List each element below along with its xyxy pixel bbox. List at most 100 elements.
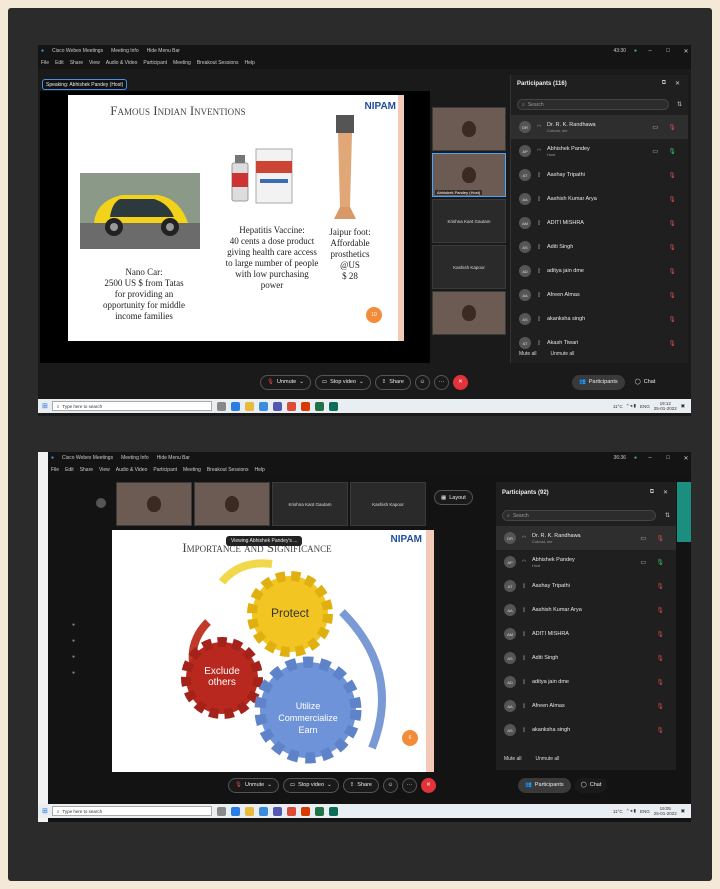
hide-menu-bar-button[interactable]: Hide Menu Bar xyxy=(157,455,190,461)
video-thumbnail-krishna[interactable]: Krishna Kant Gautam xyxy=(432,199,506,243)
video-thumbnail-host[interactable]: Abhishek Pandey (Host) xyxy=(432,153,506,197)
mic-muted-icon[interactable]: 🎙 xyxy=(656,727,664,734)
zoom-out-icon[interactable]: ● xyxy=(72,670,75,676)
stop-video-button[interactable]: ▭ Stop video ⌄ xyxy=(282,777,339,793)
windows-start-icon[interactable]: ⊞ xyxy=(42,402,48,410)
excel-icon[interactable] xyxy=(314,806,324,816)
mic-on-icon[interactable]: 🎙 xyxy=(668,148,676,155)
participant-row[interactable]: DR ◠ Dr. R. K. Randhawa Cohost, me ▭ 🎙 xyxy=(511,115,688,139)
windows-start-icon[interactable]: ⊞ xyxy=(42,807,48,815)
mic-muted-icon[interactable]: 🎙 xyxy=(668,316,676,323)
edge-icon[interactable] xyxy=(230,401,240,411)
participant-row[interactable]: AT ▯ Aashay Tripathi 🎙 xyxy=(496,574,676,598)
menu-item[interactable]: Participant xyxy=(143,60,167,66)
meeting-info-button[interactable]: Meeting Info xyxy=(121,455,149,461)
video-thumbnail-kashish[interactable]: Kashish Kapoor xyxy=(432,245,506,289)
close-icon[interactable]: ✕ xyxy=(681,48,691,55)
mic-on-icon[interactable]: 🎙 xyxy=(656,559,664,566)
unmute-button[interactable]: 🎙 Unmute ⌄ xyxy=(260,374,311,390)
video-thumbnail-kashish[interactable]: Kashish Kapoor xyxy=(350,482,426,526)
taskbar-search-input[interactable]: ⌕ Type here to search xyxy=(51,401,212,411)
video-thumbnail-5[interactable] xyxy=(432,291,506,335)
sort-icon[interactable]: ⇅ xyxy=(677,101,682,108)
chrome-icon[interactable] xyxy=(286,806,296,816)
menu-item[interactable]: Meeting xyxy=(183,467,201,473)
menu-item[interactable]: File xyxy=(51,467,59,473)
participant-row[interactable]: AA ▯ Aashish Kumar Arya 🎙 xyxy=(511,187,688,211)
participant-row[interactable]: AD ▯ aditya jain dme 🎙 xyxy=(496,670,676,694)
maximize-icon[interactable]: □ xyxy=(663,455,673,461)
minimize-icon[interactable]: – xyxy=(645,455,655,461)
menu-item[interactable]: Edit xyxy=(65,467,74,473)
zoom-in-icon[interactable]: ● xyxy=(72,654,75,660)
participant-row[interactable]: AP ◠ Abhishek Pandey Host ▭ 🎙 xyxy=(511,139,688,163)
thumbnail-scroll-button[interactable] xyxy=(96,498,106,508)
menu-item[interactable]: Help xyxy=(255,467,265,473)
participant-row[interactable]: AP ◠ Abhishek Pandey Host ▭ 🎙 xyxy=(496,550,676,574)
notification-icon[interactable]: ▣ xyxy=(681,808,685,814)
mic-muted-icon[interactable]: 🎙 xyxy=(668,124,676,131)
menu-item[interactable]: View xyxy=(99,467,110,473)
mic-muted-icon[interactable]: 🎙 xyxy=(656,631,664,638)
participant-row[interactable]: AM ▯ ADITI MISHRA 🎙 xyxy=(496,622,676,646)
layout-button[interactable]: ▦ Layout xyxy=(434,490,473,505)
video-thumbnail-krishna[interactable]: Krishna Kant Gautam xyxy=(272,482,348,526)
excel-icon[interactable] xyxy=(314,401,324,411)
reactions-button[interactable]: ☺ xyxy=(414,374,430,390)
mic-muted-icon[interactable]: 🎙 xyxy=(656,535,664,542)
share-button[interactable]: ⇪ Share xyxy=(342,777,379,793)
store-icon[interactable] xyxy=(258,401,268,411)
mic-muted-icon[interactable]: 🎙 xyxy=(668,268,676,275)
maximize-icon[interactable]: □ xyxy=(663,48,673,54)
stop-video-button[interactable]: ▭ Stop video ⌄ xyxy=(314,374,371,390)
mic-muted-icon[interactable]: 🎙 xyxy=(668,220,676,227)
hide-menu-bar-button[interactable]: Hide Menu Bar xyxy=(147,48,180,54)
video-thumbnail-host[interactable] xyxy=(194,482,270,526)
mic-muted-icon[interactable]: 🎙 xyxy=(668,172,676,179)
leave-meeting-button[interactable]: ✕ xyxy=(420,777,436,793)
menu-item[interactable]: Share xyxy=(70,60,83,66)
chat-button[interactable]: ◯ Chat xyxy=(628,374,662,390)
participant-row[interactable]: AA ▯ Aashish Kumar Arya 🎙 xyxy=(496,598,676,622)
popout-icon[interactable]: ⧉ xyxy=(662,80,666,87)
popout-icon[interactable]: ⧉ xyxy=(650,489,654,496)
menu-item[interactable]: Help xyxy=(245,60,255,66)
participant-row[interactable]: AS ▯ akanksha singh 🎙 xyxy=(496,718,676,742)
participants-button[interactable]: 👥 Participants xyxy=(518,777,571,793)
powerpoint-icon[interactable] xyxy=(300,806,310,816)
pen-icon[interactable]: ● xyxy=(72,638,75,644)
menu-item[interactable]: Share xyxy=(80,467,93,473)
mic-muted-icon[interactable]: 🎙 xyxy=(656,679,664,686)
more-options-button[interactable]: ··· xyxy=(401,777,417,793)
panel-close-icon[interactable]: ✕ xyxy=(663,489,668,496)
menu-item[interactable]: File xyxy=(41,60,49,66)
participant-row[interactable]: AS ▯ Aditi Singh 🎙 xyxy=(496,646,676,670)
mic-muted-icon[interactable]: 🎙 xyxy=(668,196,676,203)
unmute-button[interactable]: 🎙 Unmute ⌄ xyxy=(228,777,279,793)
mic-muted-icon[interactable]: 🎙 xyxy=(656,583,664,590)
edge-icon[interactable] xyxy=(230,806,240,816)
unmute-all-button[interactable]: Unmute all xyxy=(551,351,575,357)
mic-muted-icon[interactable]: 🎙 xyxy=(656,655,664,662)
powerpoint-icon[interactable] xyxy=(300,401,310,411)
video-thumbnail-1[interactable] xyxy=(432,107,506,151)
participant-row[interactable]: DR ◠ Dr. R. K. Randhawa Cohost, me ▭ 🎙 xyxy=(496,526,676,550)
mute-all-button[interactable]: Mute all xyxy=(519,351,537,357)
task-view-icon[interactable] xyxy=(216,806,226,816)
participant-row[interactable]: AA ▯ Afreen Almas 🎙 xyxy=(511,283,688,307)
meeting-info-button[interactable]: Meeting Info xyxy=(111,48,139,54)
teams-icon[interactable] xyxy=(272,401,282,411)
mic-muted-icon[interactable]: 🎙 xyxy=(668,340,676,347)
menu-item[interactable]: Breakout Sessions xyxy=(197,60,239,66)
participant-row[interactable]: AS ▯ akanksha singh 🎙 xyxy=(511,307,688,331)
panel-close-icon[interactable]: ✕ xyxy=(675,80,680,87)
more-options-button[interactable]: ··· xyxy=(433,374,449,390)
mute-all-button[interactable]: Mute all xyxy=(504,756,522,762)
participant-row[interactable]: AS ▯ Aditi Singh 🎙 xyxy=(511,235,688,259)
participant-row[interactable]: AD ▯ aditya jain dme 🎙 xyxy=(511,259,688,283)
participants-search-input[interactable]: ⌕ Search xyxy=(502,510,656,521)
menu-item[interactable]: Meeting xyxy=(173,60,191,66)
participant-row[interactable]: AM ▯ ADITI MISHRA 🎙 xyxy=(511,211,688,235)
file-explorer-icon[interactable] xyxy=(244,401,254,411)
participant-row[interactable]: AA ▯ Afreen Almas 🎙 xyxy=(496,694,676,718)
